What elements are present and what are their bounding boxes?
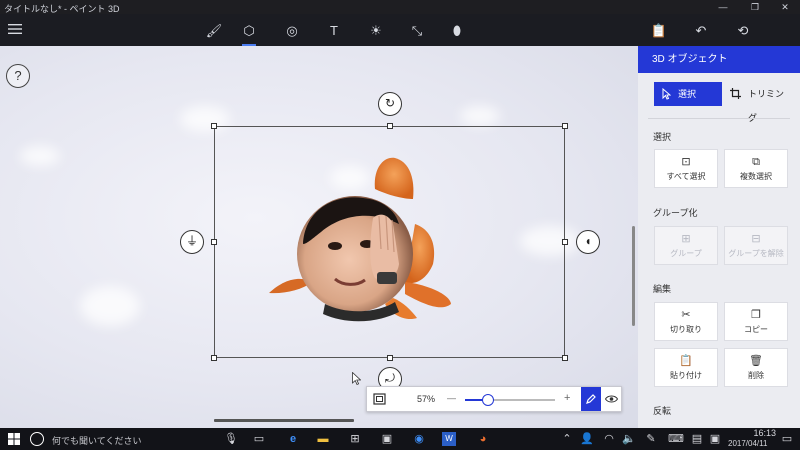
resize-handle-right[interactable] [562, 239, 568, 245]
minimize-button[interactable]: — [708, 0, 738, 14]
resize-handle-bottom-left[interactable] [211, 355, 217, 361]
history-icon[interactable]: ⟲ [734, 22, 752, 40]
task-view-icon[interactable]: ▭ [252, 432, 266, 446]
rotate-z-icon[interactable]: ↻ [378, 92, 402, 116]
zoom-bar: 57% — + [366, 386, 622, 412]
ungroup-icon: ⊟ [751, 233, 761, 245]
select-all-icon: ⊡ [681, 156, 691, 168]
effects-tool-icon[interactable]: ☀ [367, 22, 385, 40]
rotate-y-icon[interactable]: ◖ [576, 230, 600, 254]
section-edit-title: 編集 [653, 284, 672, 294]
copy-icon: ❐ [751, 309, 761, 321]
volume-icon[interactable]: 🔈 [622, 432, 636, 446]
resize-handle-bottom[interactable] [387, 355, 393, 361]
section-select-title: 選択 [653, 132, 672, 142]
clipboard-icon: 📋 [679, 355, 693, 367]
ungroup-button[interactable]: ⊟ グループを解除 [724, 226, 788, 265]
canvas-area[interactable]: ? ↻ ⏚ ◖ ⤾ 57% — + [0, 46, 638, 428]
input-language-icon[interactable]: ▤ [690, 432, 704, 446]
cursor-select-icon [662, 88, 671, 100]
brush-tool-icon[interactable]: 🖌 [205, 22, 223, 40]
sticker-tool-icon[interactable]: ◎ [283, 22, 301, 40]
clock-date[interactable]: 2017/04/11 [728, 439, 767, 448]
wifi-icon[interactable]: ◠ [602, 432, 616, 446]
select-all-button[interactable]: ⊡ すべて選択 [654, 149, 718, 188]
resize-handle-top[interactable] [387, 123, 393, 129]
horizontal-scrollbar[interactable] [214, 419, 354, 422]
vertical-scrollbar[interactable] [632, 226, 635, 326]
trash-icon: 🗑 [749, 355, 763, 367]
pen-workspace-icon[interactable]: ✎ [644, 432, 658, 446]
section-group-title: グループ化 [653, 208, 698, 218]
close-button[interactable]: ✕ [770, 0, 800, 14]
hamburger-icon[interactable] [6, 22, 24, 40]
zoom-slider-track[interactable] [465, 394, 555, 406]
mode-select-button[interactable]: 選択 [654, 82, 722, 106]
people-icon[interactable]: 👤 [580, 432, 594, 446]
microphone-icon[interactable]: 🎙 [224, 432, 238, 446]
taskbar: 何でも聞いてください 🎙 ▭ e ▬ ⊞ ▣ ◉ W ◕ ⌃ 👤 ◠ 🔈 ✎ ⌨… [0, 428, 800, 450]
store-icon[interactable]: ⊞ [348, 432, 362, 446]
rotate-x-icon[interactable]: ⏚ [180, 230, 204, 254]
resize-handle-left[interactable] [211, 239, 217, 245]
paint3d-app-icon[interactable]: ◕ [476, 432, 490, 446]
resize-handle-top-right[interactable] [562, 123, 568, 129]
keyboard-icon[interactable]: ⌨ [668, 432, 684, 446]
paste-button[interactable]: 📋 貼り付け [654, 348, 718, 387]
skype-icon[interactable]: ◉ [412, 432, 426, 446]
group-icon: ⊞ [681, 233, 691, 245]
text-tool-icon[interactable]: T [325, 22, 343, 40]
delete-button[interactable]: 🗑 削除 [724, 348, 788, 387]
resize-handle-top-left[interactable] [211, 123, 217, 129]
windows-start-icon[interactable] [8, 433, 20, 445]
zoom-out-button[interactable]: — [447, 393, 456, 403]
cortana-icon[interactable] [30, 432, 44, 446]
copy-button[interactable]: ❐ コピー [724, 302, 788, 341]
mouse-cursor-icon [352, 372, 361, 385]
group-button[interactable]: ⊞ グループ [654, 226, 718, 265]
multi-select-icon: ⧉ [752, 156, 760, 168]
zoom-value: 57% [417, 394, 436, 404]
undo-icon[interactable]: ↶ [692, 22, 710, 40]
cut-button[interactable]: ✂ 切り取り [654, 302, 718, 341]
chevron-up-icon[interactable]: ⌃ [560, 432, 574, 446]
clock-time[interactable]: 16:13 [740, 428, 776, 438]
multi-select-button[interactable]: ⧉ 複数選択 [724, 149, 788, 188]
main-toolbar: 🖌 ⬡ ◎ T ☀ ⤡ ⬮ 📋 ↶ ⟲ [0, 14, 800, 46]
search-box[interactable]: 何でも聞いてください [52, 434, 141, 447]
zoom-slider-thumb[interactable] [481, 394, 494, 406]
eye-icon[interactable] [605, 394, 618, 404]
3d-object-tool-icon[interactable]: ⬡ [240, 22, 258, 46]
action-center-icon[interactable]: ▭ [780, 432, 794, 446]
side-panel: 3D オブジェクト 選択 トリミング 選択 ⊡ すべて選択 ⧉ 複数選択 グルー… [638, 46, 800, 428]
mode-trim-button[interactable]: トリミング [730, 82, 790, 123]
resize-handle-bottom-right[interactable] [562, 355, 568, 361]
title-bar: タイトルなし* - ペイント 3D — ❐ ✕ [0, 0, 800, 14]
battery-icon[interactable]: ▣ [708, 432, 722, 446]
file-explorer-icon[interactable]: ▬ [316, 432, 330, 446]
canvas-tool-icon[interactable]: ⤡ [408, 22, 426, 40]
edge-browser-icon[interactable]: e [286, 432, 300, 446]
selection-box[interactable] [211, 123, 568, 361]
section-flip-title: 反転 [653, 406, 672, 416]
paste-icon[interactable]: 📋 [650, 22, 668, 40]
help-button[interactable]: ? [6, 64, 30, 88]
remote-desktop-icon[interactable]: ▣ [380, 432, 394, 446]
restore-button[interactable]: ❐ [740, 0, 770, 14]
crop-icon [730, 88, 741, 99]
scissors-icon: ✂ [681, 309, 691, 321]
fit-view-icon[interactable] [373, 393, 386, 405]
word-icon[interactable]: W [442, 432, 456, 446]
panel-title: 3D オブジェクト [638, 46, 800, 73]
pen-icon[interactable] [581, 387, 601, 411]
remix3d-tool-icon[interactable]: ⬮ [448, 22, 466, 40]
zoom-in-button[interactable]: + [564, 392, 570, 404]
